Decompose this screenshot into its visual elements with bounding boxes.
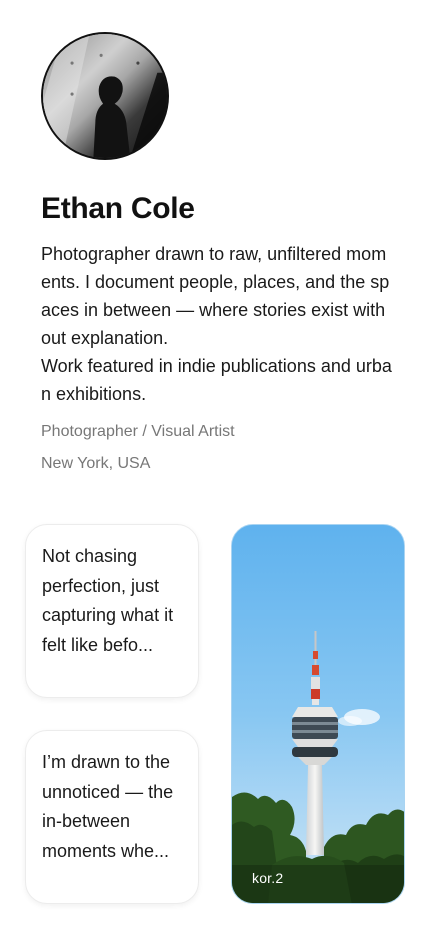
avatar[interactable] — [41, 32, 169, 160]
bio-paragraph: Photographer drawn to raw, unfiltered mo… — [41, 244, 390, 348]
profile-location: New York, USA — [41, 455, 151, 472]
bio-paragraph: Work featured in indie publications and … — [41, 356, 392, 404]
profile-role: Photographer / Visual Artist — [41, 423, 235, 440]
note-text: Not chasing perfection, just capturing w… — [42, 546, 174, 655]
profile-page: Ethan Cole Photographer drawn to raw, un… — [0, 0, 430, 932]
profile-name: Ethan Cole — [41, 192, 195, 225]
photo-caption: kor.2 — [252, 870, 284, 886]
note-card[interactable]: I’m drawn to the unnoticed — the in-betw… — [25, 730, 199, 904]
portrait-photo-icon — [43, 34, 167, 158]
tower-photo-icon — [232, 525, 404, 903]
note-card[interactable]: Not chasing perfection, just capturing w… — [25, 524, 199, 698]
photo-card[interactable]: kor.2 — [231, 524, 405, 904]
profile-bio: Photographer drawn to raw, unfiltered mo… — [41, 240, 393, 408]
note-text: I’m drawn to the unnoticed — the in-betw… — [42, 752, 174, 861]
